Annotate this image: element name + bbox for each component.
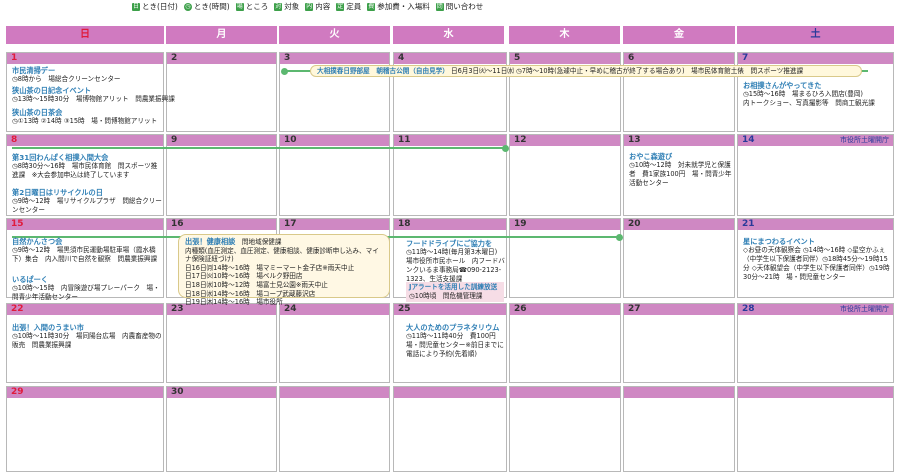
event-recycle-day[interactable]: 第2日曜日はリサイクルの日 ◷9時～12時 場リサイクルプラザ 問総合クリーンセ… bbox=[12, 188, 162, 215]
city-hall-note: 市役所土曜開庁 bbox=[840, 305, 889, 313]
place-icon: 場 bbox=[235, 3, 244, 11]
weekday-sat: 土 bbox=[737, 26, 894, 44]
day-cell-empty bbox=[279, 386, 390, 472]
span-line bbox=[12, 147, 506, 149]
event-sumo-visit[interactable]: お相撲さんがやってきた ◷15時～16時 場まるひろ入間店(豊岡) 内トークショ… bbox=[743, 81, 891, 108]
span-dot bbox=[281, 67, 288, 75]
day-cell-3[interactable]: 3 bbox=[279, 52, 390, 132]
event-forest-play[interactable]: おやこ森遊び ◷10時～12時 対未就学児と保護者 費1家族100円 場・問青少… bbox=[629, 152, 733, 188]
legend: 日とき(日付) ◷ とき(時間) 場ところ 対対象 内内容 定定員 費参加費・入場… bbox=[132, 2, 483, 12]
legend-fee: 費参加費・入場料 bbox=[367, 2, 430, 11]
day-cell-empty bbox=[393, 386, 507, 472]
weekday-wed: 水 bbox=[393, 26, 504, 44]
day-cell-6[interactable]: 6 bbox=[623, 52, 735, 132]
day-cell-4[interactable]: 4 bbox=[393, 52, 507, 132]
day-cell-19[interactable]: 19 bbox=[509, 218, 621, 298]
content-icon: 内 bbox=[305, 3, 314, 11]
legend-place: 場ところ bbox=[235, 2, 269, 11]
day-cell-24[interactable]: 24 bbox=[279, 303, 390, 383]
day-cell-26[interactable]: 26 bbox=[509, 303, 621, 383]
city-hall-note: 市役所土曜開庁 bbox=[840, 136, 889, 144]
event-delicious-market[interactable]: 出張！入間のうまい市 ◷10時～11時30分 場同陽台広場 内農畜産物の販売 問… bbox=[12, 323, 162, 350]
legend-content: 内内容 bbox=[305, 2, 331, 11]
day-cell-2[interactable]: 2 bbox=[166, 52, 277, 132]
legend-time: ◷ とき(時間) bbox=[183, 2, 230, 11]
legend-date: 日とき(日付) bbox=[132, 2, 178, 11]
event-j-alert[interactable]: Jアラートを活用した訓練放送 ◷10時頃 問危機管理課 bbox=[406, 282, 504, 302]
day-cell-empty bbox=[509, 386, 621, 472]
event-food-drive[interactable]: フードドライブにご協力を ◷11時～14時(毎月第3木曜日) 場市役所市民ホール… bbox=[406, 239, 508, 284]
legend-inquiry: 問問い合わせ bbox=[435, 2, 484, 11]
day-cell-23[interactable]: 23 bbox=[166, 303, 277, 383]
event-planetarium[interactable]: 大人のためのプラネタリウム ◷11時～11時40分 費100円 場・問児童センタ… bbox=[406, 323, 508, 359]
event-sumo-practice[interactable]: 大相撲春日野部屋 朝稽古公開（自由見学） 日6月3日㈫～11日㈬ ◷7時～10時… bbox=[310, 65, 862, 77]
date-icon: 日 bbox=[132, 3, 140, 11]
day-cell-27[interactable]: 27 bbox=[623, 303, 735, 383]
day-cell-empty bbox=[737, 386, 894, 472]
clock-icon: ◷ bbox=[183, 3, 192, 11]
event-clean-day[interactable]: 市民清掃デー ◷8時から 場総合クリーンセンター bbox=[12, 66, 160, 84]
event-irupark[interactable]: いるぱーく ◷10時～15時 内冒険遊び場プレーパーク 場・問青少年活動センター bbox=[12, 275, 162, 302]
event-tea-ceremony[interactable]: 狭山茶の日茶会 ◷①13時 ②14時 ③15時 場・問博物館アリット bbox=[12, 108, 162, 126]
day-cell-12[interactable]: 12 bbox=[509, 134, 621, 216]
weekday-thu: 木 bbox=[509, 26, 620, 44]
target-icon: 対 bbox=[274, 3, 283, 11]
fee-icon: 費 bbox=[367, 3, 376, 11]
weekday-tue: 火 bbox=[279, 26, 390, 44]
legend-target: 対対象 bbox=[274, 2, 300, 11]
weekday-fri: 金 bbox=[623, 26, 735, 44]
day-cell-20[interactable]: 20 bbox=[623, 218, 735, 298]
day-cell-14[interactable]: 14 市役所土曜開庁 bbox=[737, 134, 894, 216]
weekday-mon: 月 bbox=[166, 26, 277, 44]
event-nature-watch[interactable]: 自然かんさつ会 ◷9時～12時 場黒須市民運動場駐車場（霞水橋下）集合 内入間川… bbox=[12, 237, 162, 264]
legend-capacity: 定定員 bbox=[336, 2, 362, 11]
day-cell-30[interactable]: 30 bbox=[166, 386, 277, 472]
capacity-icon: 定 bbox=[336, 3, 345, 11]
weekday-sun: 日 bbox=[6, 26, 164, 44]
span-dot bbox=[502, 144, 509, 152]
event-wanpaku-sumo[interactable]: 第31回わんぱく相撲入間大会 ◷8時30分～16時 場市民体育館 問スポーツ推進… bbox=[12, 153, 162, 180]
span-dot bbox=[616, 233, 623, 241]
calendar: 日 月 火 水 木 金 土 1 2 3 4 5 6 7 8 9 10 11 12… bbox=[6, 26, 894, 472]
card-health-consultation[interactable]: 出張！健康相談 問地域保健課 内種類(血圧測定、血圧測定、健康相談、健康診断申し… bbox=[178, 234, 390, 306]
day-cell-28[interactable]: 28 市役所土曜開庁 bbox=[737, 303, 894, 383]
event-sayama-tea-day[interactable]: 狭山茶の日記念イベント ◷13時～15時30分 場博物館アリット 問農業振興課 bbox=[12, 86, 175, 104]
day-cell-29[interactable]: 29 bbox=[6, 386, 164, 472]
day-cell-empty bbox=[623, 386, 735, 472]
day-cell-5[interactable]: 5 bbox=[509, 52, 621, 132]
event-star-event[interactable]: 星にまつわるイベント ◇お昼の天体観察会 ◷14時～16時 ◇星空かふぇ（中学生… bbox=[743, 237, 891, 282]
inquiry-icon: 問 bbox=[435, 3, 444, 11]
